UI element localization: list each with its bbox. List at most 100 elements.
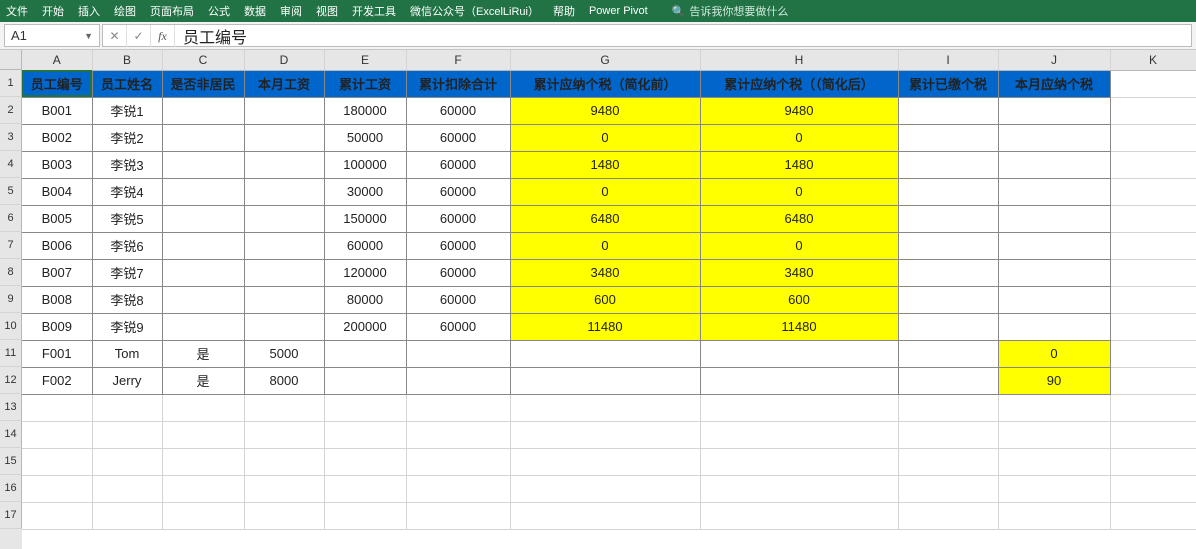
row-header[interactable]: 1: [0, 70, 22, 97]
ribbon-tab[interactable]: 数据: [244, 3, 266, 19]
cell[interactable]: [998, 286, 1110, 313]
table-header-cell[interactable]: 累计应纳个税（（简化后）: [700, 70, 898, 97]
cell[interactable]: [244, 448, 324, 475]
cell[interactable]: 8000: [244, 367, 324, 394]
cancel-icon[interactable]: ✕: [103, 25, 127, 47]
cell[interactable]: [406, 340, 510, 367]
cell[interactable]: F002: [22, 367, 92, 394]
cell[interactable]: [406, 394, 510, 421]
table-header-cell[interactable]: 累计工资: [324, 70, 406, 97]
cell[interactable]: [406, 421, 510, 448]
cell[interactable]: [700, 367, 898, 394]
cell[interactable]: 600: [510, 286, 700, 313]
cell[interactable]: [510, 367, 700, 394]
ribbon-tab[interactable]: 微信公众号（ExcelLiRui）: [410, 3, 539, 19]
ribbon-tab[interactable]: 开始: [42, 3, 64, 19]
cell[interactable]: [1110, 151, 1196, 178]
ribbon-tab[interactable]: 插入: [78, 3, 100, 19]
cell[interactable]: [406, 448, 510, 475]
cell[interactable]: [898, 286, 998, 313]
cell[interactable]: 6480: [510, 205, 700, 232]
cell[interactable]: 9480: [700, 97, 898, 124]
cell[interactable]: 11480: [700, 313, 898, 340]
cell[interactable]: 5000: [244, 340, 324, 367]
cell[interactable]: [244, 151, 324, 178]
cell[interactable]: Jerry: [92, 367, 162, 394]
cell[interactable]: B002: [22, 124, 92, 151]
cell[interactable]: [244, 205, 324, 232]
cell[interactable]: B001: [22, 97, 92, 124]
cell[interactable]: [898, 448, 998, 475]
row-header[interactable]: 11: [0, 340, 22, 367]
cell[interactable]: 0: [510, 232, 700, 259]
cell[interactable]: [1110, 205, 1196, 232]
cell[interactable]: [22, 475, 92, 502]
fx-icon[interactable]: fx: [151, 25, 175, 47]
cell[interactable]: F001: [22, 340, 92, 367]
select-all-corner[interactable]: [0, 50, 22, 70]
cell[interactable]: [162, 259, 244, 286]
cell[interactable]: [244, 124, 324, 151]
cell[interactable]: [510, 394, 700, 421]
row-header[interactable]: 3: [0, 124, 22, 151]
cell[interactable]: [998, 205, 1110, 232]
cell[interactable]: Tom: [92, 340, 162, 367]
cell[interactable]: [898, 421, 998, 448]
cell[interactable]: [244, 232, 324, 259]
cell[interactable]: [244, 475, 324, 502]
cell[interactable]: [700, 502, 898, 529]
cell[interactable]: 6480: [700, 205, 898, 232]
cell[interactable]: [244, 502, 324, 529]
cell[interactable]: 3480: [510, 259, 700, 286]
cell[interactable]: [1110, 394, 1196, 421]
cell[interactable]: [898, 394, 998, 421]
cell[interactable]: [162, 313, 244, 340]
cell[interactable]: [510, 448, 700, 475]
cell[interactable]: [1110, 178, 1196, 205]
cell[interactable]: 60000: [406, 97, 510, 124]
row-header[interactable]: 10: [0, 313, 22, 340]
table-header-cell[interactable]: 员工姓名: [92, 70, 162, 97]
cell[interactable]: 60000: [406, 151, 510, 178]
formula-bar[interactable]: ✕ ✓ fx 员工编号: [102, 24, 1192, 47]
row-header[interactable]: 15: [0, 448, 22, 475]
cell[interactable]: [1110, 286, 1196, 313]
cell[interactable]: [162, 97, 244, 124]
cell[interactable]: [700, 448, 898, 475]
cell[interactable]: [1110, 124, 1196, 151]
cell[interactable]: [324, 367, 406, 394]
column-header[interactable]: B: [92, 50, 162, 70]
cell[interactable]: [92, 475, 162, 502]
cell[interactable]: 李锐1: [92, 97, 162, 124]
cell[interactable]: [700, 475, 898, 502]
cell[interactable]: 200000: [324, 313, 406, 340]
cell[interactable]: 0: [998, 340, 1110, 367]
cell[interactable]: [1110, 421, 1196, 448]
cell[interactable]: 0: [510, 124, 700, 151]
cell[interactable]: [1110, 340, 1196, 367]
column-header[interactable]: F: [406, 50, 510, 70]
cell[interactable]: [92, 394, 162, 421]
cell[interactable]: [162, 151, 244, 178]
row-header[interactable]: 9: [0, 286, 22, 313]
cell[interactable]: 60000: [324, 232, 406, 259]
cell[interactable]: 李锐3: [92, 151, 162, 178]
cell[interactable]: 李锐2: [92, 124, 162, 151]
cell[interactable]: [898, 475, 998, 502]
cell[interactable]: 90: [998, 367, 1110, 394]
cell[interactable]: 0: [700, 232, 898, 259]
cell[interactable]: 李锐5: [92, 205, 162, 232]
row-header[interactable]: 8: [0, 259, 22, 286]
cell[interactable]: 0: [700, 178, 898, 205]
cell[interactable]: 600: [700, 286, 898, 313]
cell[interactable]: [324, 502, 406, 529]
cell[interactable]: [162, 475, 244, 502]
table-header-cell[interactable]: 本月应纳个税: [998, 70, 1110, 97]
cell[interactable]: [162, 286, 244, 313]
row-header[interactable]: 16: [0, 475, 22, 502]
table-header-cell[interactable]: 累计扣除合计: [406, 70, 510, 97]
row-header[interactable]: 13: [0, 394, 22, 421]
row-header[interactable]: 5: [0, 178, 22, 205]
cell[interactable]: [244, 97, 324, 124]
cell[interactable]: [244, 313, 324, 340]
